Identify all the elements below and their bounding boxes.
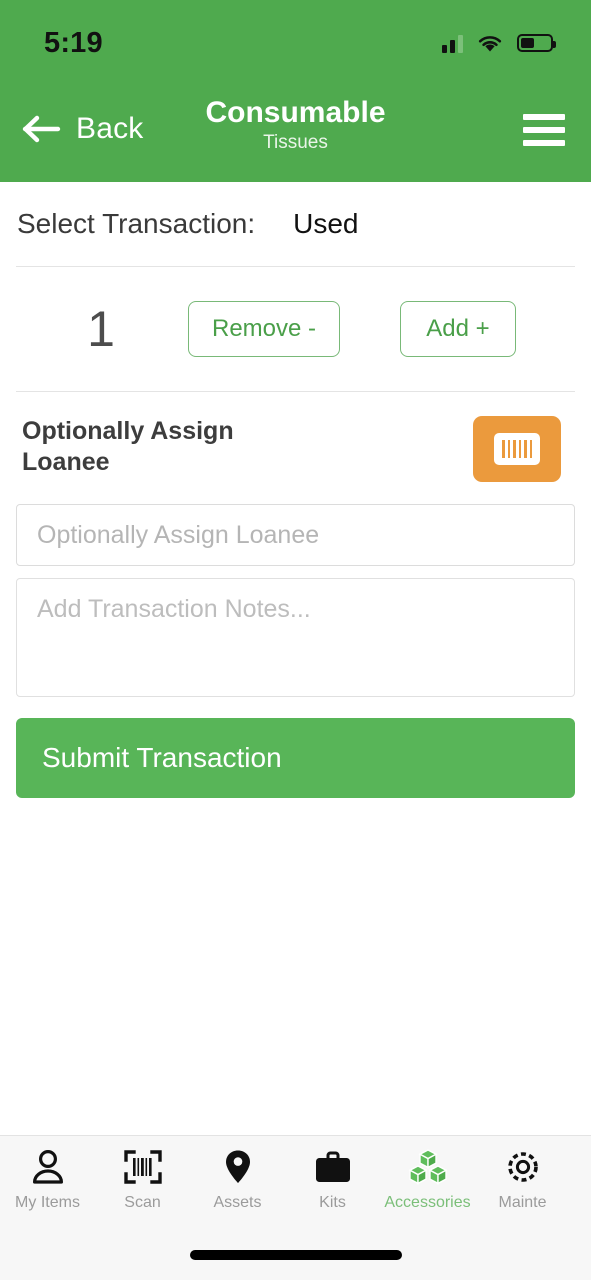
wifi-icon: [477, 33, 503, 53]
tab-label: Accessories: [384, 1194, 471, 1211]
submit-transaction-button[interactable]: Submit Transaction: [16, 718, 575, 798]
battery-icon: [517, 34, 556, 52]
person-icon: [31, 1146, 65, 1188]
status-bar: 5:19: [0, 0, 591, 86]
map-pin-icon: [224, 1146, 252, 1188]
tab-accessories[interactable]: Accessories: [380, 1146, 475, 1224]
loanee-input[interactable]: [16, 504, 575, 566]
tab-label: Scan: [124, 1194, 161, 1211]
add-quantity-button[interactable]: Add +: [400, 301, 516, 357]
back-button[interactable]: Back: [22, 98, 144, 146]
quantity-value: 1: [87, 301, 115, 357]
barcode-scan-icon: [494, 433, 540, 465]
barcode-scan-button[interactable]: [473, 416, 561, 482]
assign-loanee-label: Optionally Assign Loanee: [22, 417, 234, 477]
back-button-label: Back: [76, 112, 144, 145]
tab-kits[interactable]: Kits: [285, 1146, 380, 1224]
tab-maintenance[interactable]: Mainte: [475, 1146, 570, 1224]
tab-label: Kits: [319, 1194, 346, 1211]
tab-label: Mainte: [498, 1194, 547, 1211]
transaction-type-row[interactable]: Select Transaction: Used: [16, 182, 575, 266]
assign-loanee-section: Optionally Assign Loanee: [16, 392, 575, 488]
select-transaction-value[interactable]: Used: [293, 208, 358, 240]
briefcase-icon: [314, 1146, 352, 1188]
cellular-signal-icon: [442, 33, 463, 53]
app-screen: 5:19 Back Consumable Tissues Select Tran…: [0, 0, 591, 1280]
tab-label: My Items: [15, 1194, 80, 1211]
arrow-left-icon: [22, 115, 62, 143]
cubes-icon: [407, 1146, 449, 1188]
app-header: 5:19 Back Consumable Tissues: [0, 0, 591, 182]
tab-assets[interactable]: Assets: [190, 1146, 285, 1224]
tab-list: My Items Scan Assets Kits Accessories Ma…: [0, 1136, 591, 1224]
tab-label: Assets: [213, 1194, 262, 1211]
status-bar-clock: 5:19: [44, 26, 103, 59]
transaction-notes-input[interactable]: [16, 578, 575, 697]
select-transaction-label: Select Transaction:: [17, 208, 256, 239]
gear-icon: [505, 1146, 541, 1188]
home-indicator: [189, 1250, 402, 1260]
hamburger-menu-icon[interactable]: [523, 114, 565, 146]
tab-scan[interactable]: Scan: [95, 1146, 190, 1224]
tab-my-items[interactable]: My Items: [0, 1146, 95, 1224]
status-bar-icons: [442, 33, 556, 53]
bottom-tab-bar: My Items Scan Assets Kits Accessories Ma…: [0, 1135, 591, 1280]
navigation-bar: Back Consumable Tissues: [0, 86, 591, 182]
barcode-scan-icon: [123, 1146, 162, 1188]
remove-quantity-button[interactable]: Remove -: [188, 301, 340, 357]
quantity-stepper: 1 Remove - Add +: [16, 267, 575, 391]
main-content: Select Transaction: Used 1 Remove - Add …: [0, 182, 591, 1135]
